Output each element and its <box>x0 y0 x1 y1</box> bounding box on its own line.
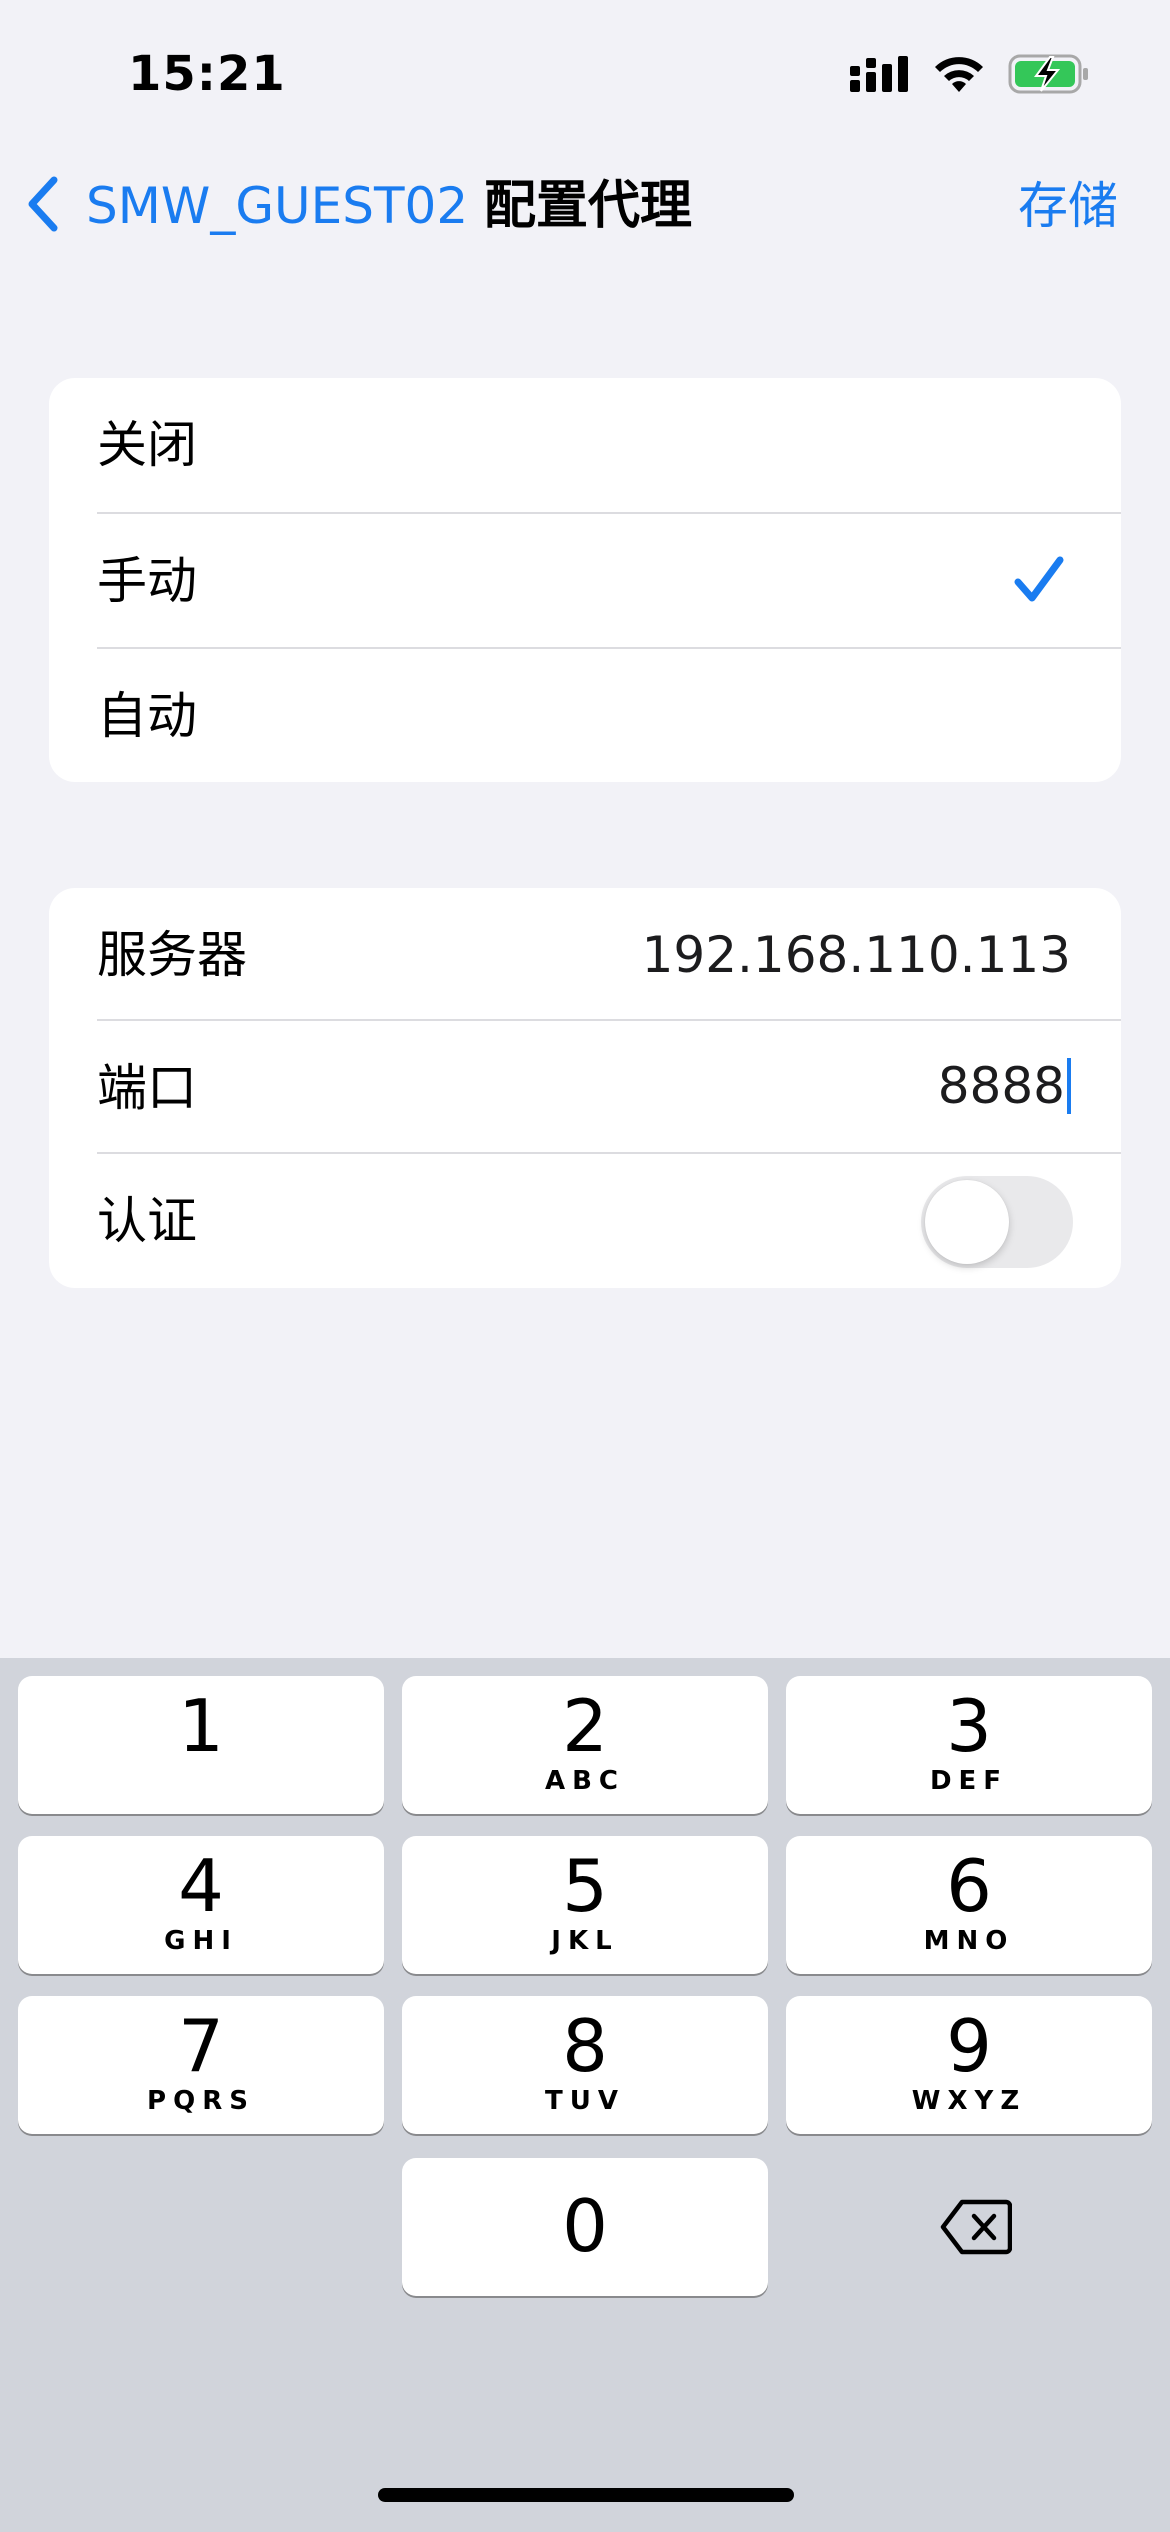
port-value: 8888 <box>937 1056 1065 1115</box>
battery-charging-icon <box>1008 53 1090 99</box>
status-time: 15:21 <box>128 46 286 102</box>
toggle-knob <box>925 1180 1009 1264</box>
port-label: 端口 <box>97 1059 197 1117</box>
key-number: 4 <box>178 1844 224 1928</box>
mode-option-label: 自动 <box>97 687 197 745</box>
proxy-settings-group: 服务器 192.168.110.113 端口 8888 认证 <box>49 888 1121 1288</box>
key-number: 1 <box>178 1684 224 1768</box>
key-3[interactable]: 3 DEF <box>786 1676 1152 1814</box>
signal-icon <box>850 54 910 98</box>
key-5[interactable]: 5 JKL <box>402 1836 768 1974</box>
key-8[interactable]: 8 TUV <box>402 1996 768 2134</box>
checkmark-icon <box>1013 554 1065 610</box>
page-title: 配置代理 <box>484 176 693 236</box>
key-6[interactable]: 6 MNO <box>786 1836 1152 1974</box>
port-field[interactable]: 8888 <box>938 1056 1071 1121</box>
numeric-keypad: 1 2 ABC 3 DEF 4 GHI 5 JKL 6 MNO 7 PQRS 8… <box>0 1658 1170 2532</box>
key-letters: PQRS <box>147 2086 255 2116</box>
back-button[interactable]: SMW_GUEST02 <box>24 170 468 242</box>
key-letters: WXYZ <box>911 2086 1027 2116</box>
home-indicator[interactable] <box>378 2488 794 2502</box>
delete-backspace-icon <box>940 2198 1013 2260</box>
mode-option-auto[interactable]: 自动 <box>49 649 1121 782</box>
server-row[interactable]: 服务器 192.168.110.113 <box>49 888 1121 1022</box>
key-number: 7 <box>178 2004 224 2088</box>
status-icons <box>850 52 1090 100</box>
chevron-left-icon <box>24 174 64 238</box>
key-number: 5 <box>562 1844 608 1928</box>
key-9[interactable]: 9 WXYZ <box>786 1996 1152 2134</box>
key-number: 3 <box>946 1684 992 1768</box>
key-1[interactable]: 1 <box>18 1676 384 1814</box>
key-4[interactable]: 4 GHI <box>18 1836 384 1974</box>
key-7[interactable]: 7 PQRS <box>18 1996 384 2134</box>
text-cursor <box>1067 1058 1071 1115</box>
proxy-mode-group: 关闭 手动 自动 <box>49 378 1121 782</box>
key-2[interactable]: 2 ABC <box>402 1676 768 1814</box>
mode-option-off[interactable]: 关闭 <box>49 378 1121 512</box>
server-field[interactable]: 192.168.110.113 <box>642 925 1071 985</box>
key-0[interactable]: 0 <box>402 2158 768 2296</box>
server-label: 服务器 <box>97 926 247 984</box>
key-letters: JKL <box>551 1926 619 1956</box>
wifi-icon <box>932 54 986 98</box>
auth-row: 认证 <box>49 1154 1121 1288</box>
mode-option-manual[interactable]: 手动 <box>49 514 1121 648</box>
key-letters: ABC <box>544 1766 626 1796</box>
key-letters: TUV <box>545 2086 625 2116</box>
key-number: 6 <box>946 1844 992 1928</box>
key-number: 8 <box>562 2004 608 2088</box>
auth-label: 认证 <box>97 1192 197 1250</box>
key-letters: MNO <box>923 1926 1015 1956</box>
key-number: 2 <box>562 1684 608 1768</box>
auth-toggle[interactable] <box>921 1176 1073 1268</box>
key-letters: GHI <box>164 1926 238 1956</box>
port-row[interactable]: 端口 8888 <box>49 1021 1121 1155</box>
delete-key[interactable] <box>785 2158 1151 2296</box>
mode-option-label: 关闭 <box>97 416 197 474</box>
save-button[interactable]: 存储 <box>1018 170 1118 242</box>
back-button-label: SMW_GUEST02 <box>86 177 469 235</box>
mode-option-label: 手动 <box>97 552 197 610</box>
key-number: 9 <box>946 2004 992 2088</box>
key-number: 0 <box>562 2184 608 2268</box>
key-letters: DEF <box>929 1766 1009 1796</box>
